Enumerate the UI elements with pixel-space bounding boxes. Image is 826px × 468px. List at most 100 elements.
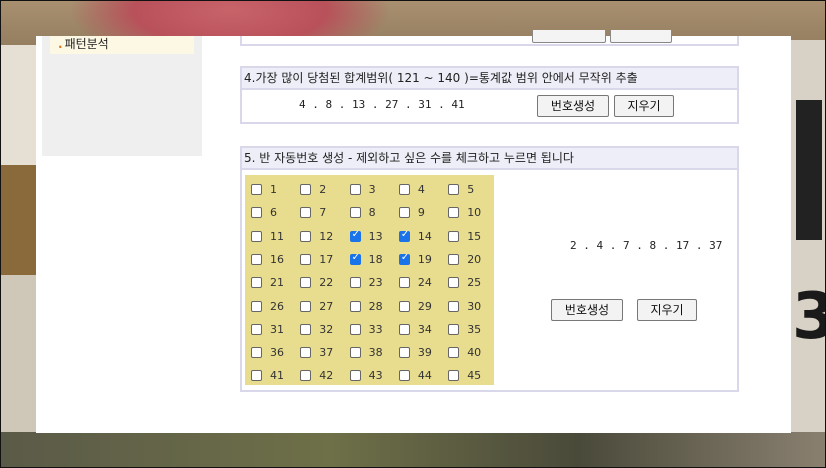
checkbox[interactable] <box>349 300 361 312</box>
checkbox[interactable] <box>398 184 410 195</box>
checkbox[interactable] <box>300 370 312 382</box>
number-checkbox-item[interactable]: 20 <box>448 250 498 273</box>
number-checkbox-item[interactable]: 44 <box>398 366 449 389</box>
number-checkbox-item[interactable]: 42 <box>300 366 350 389</box>
checkbox-checked[interactable] <box>349 252 361 265</box>
number-checkbox-item[interactable]: 30 <box>448 297 498 320</box>
checkbox[interactable] <box>398 207 410 219</box>
checkbox[interactable] <box>398 277 410 289</box>
checkbox[interactable] <box>251 300 262 312</box>
number-checkbox-item[interactable]: 34 <box>398 320 449 343</box>
checkbox[interactable] <box>300 323 312 335</box>
number-checkbox-item[interactable]: 35 <box>448 320 498 343</box>
checkbox[interactable] <box>448 370 460 382</box>
section3-generate-button[interactable] <box>532 30 606 43</box>
number-checkbox-item[interactable]: 39 <box>398 343 449 366</box>
checkbox[interactable] <box>448 230 460 242</box>
checkbox[interactable] <box>349 277 361 289</box>
checkbox[interactable] <box>448 277 460 289</box>
number-checkbox-item[interactable]: 7 <box>300 203 350 226</box>
section3-clear-button[interactable] <box>610 30 672 43</box>
number-checkbox-item[interactable]: 3 <box>349 180 400 203</box>
number-checkbox-item[interactable]: 41 <box>251 366 301 389</box>
checkbox[interactable] <box>448 300 460 312</box>
checkbox-label: 9 <box>417 206 425 220</box>
checkbox-label: 28 <box>368 299 383 313</box>
checkbox[interactable] <box>251 277 262 289</box>
number-checkbox-item[interactable]: 5 <box>448 180 498 203</box>
number-checkbox-item[interactable]: 31 <box>251 320 301 343</box>
checkbox[interactable] <box>300 277 312 289</box>
checkbox[interactable] <box>251 347 262 359</box>
checkbox-checked[interactable] <box>398 252 410 265</box>
number-checkbox-item[interactable]: 1 <box>251 180 301 203</box>
checkbox[interactable] <box>300 207 312 219</box>
number-checkbox-item[interactable]: 14 <box>398 227 449 250</box>
number-checkbox-item[interactable]: 36 <box>251 343 301 366</box>
number-checkbox-item[interactable]: 23 <box>349 273 400 296</box>
checkbox[interactable] <box>349 184 361 195</box>
checkbox[interactable] <box>398 347 410 359</box>
number-checkbox-item[interactable]: 12 <box>300 227 350 250</box>
number-checkbox-item[interactable]: 37 <box>300 343 350 366</box>
checkbox[interactable] <box>349 207 361 219</box>
number-checkbox-item[interactable]: 28 <box>349 297 400 320</box>
number-checkbox-item[interactable]: 27 <box>300 297 350 320</box>
checkbox[interactable] <box>251 207 262 219</box>
checkbox[interactable] <box>398 370 410 382</box>
number-checkbox-item[interactable]: 38 <box>349 343 400 366</box>
checkbox[interactable] <box>300 184 312 195</box>
number-checkbox-item[interactable]: 18 <box>349 250 400 273</box>
sidebar-item-pattern-analysis[interactable]: . 패턴분석 <box>50 36 194 54</box>
checkbox[interactable] <box>300 230 312 242</box>
checkbox[interactable] <box>300 347 312 359</box>
checkbox[interactable] <box>448 184 460 195</box>
number-checkbox-item[interactable]: 4 <box>398 180 449 203</box>
checkbox[interactable] <box>448 253 460 265</box>
checkbox[interactable] <box>300 253 312 265</box>
checkbox[interactable] <box>448 323 460 335</box>
number-checkbox-item[interactable]: 11 <box>251 227 301 250</box>
checkbox[interactable] <box>300 300 312 312</box>
checkbox[interactable] <box>251 370 262 382</box>
checkbox[interactable] <box>251 253 262 265</box>
number-checkbox-item[interactable]: 6 <box>251 203 301 226</box>
number-checkbox-item[interactable]: 45 <box>448 366 498 389</box>
checkbox[interactable] <box>251 323 262 335</box>
number-checkbox-item[interactable]: 13 <box>349 227 400 250</box>
number-checkbox-item[interactable]: 16 <box>251 250 301 273</box>
number-checkbox-item[interactable]: 15 <box>448 227 498 250</box>
checkbox-checked[interactable] <box>349 229 361 242</box>
number-checkbox-item[interactable]: 8 <box>349 203 400 226</box>
number-checkbox-item[interactable]: 26 <box>251 297 301 320</box>
section4-clear-button[interactable]: 지우기 <box>614 95 674 117</box>
checkbox-label: 20 <box>467 252 482 266</box>
section4-generate-button[interactable]: 번호생성 <box>537 95 609 117</box>
checkbox[interactable] <box>448 347 460 359</box>
checkbox[interactable] <box>398 323 410 335</box>
number-checkbox-item[interactable]: 2 <box>300 180 350 203</box>
number-checkbox-item[interactable]: 17 <box>300 250 350 273</box>
number-checkbox-item[interactable]: 25 <box>448 273 498 296</box>
checkbox[interactable] <box>448 207 460 219</box>
checkbox-checked[interactable] <box>398 229 410 242</box>
checkbox[interactable] <box>349 370 361 382</box>
number-checkbox-item[interactable]: 19 <box>398 250 449 273</box>
checkbox[interactable] <box>349 323 361 335</box>
number-checkbox-item[interactable]: 32 <box>300 320 350 343</box>
number-checkbox-item[interactable]: 33 <box>349 320 400 343</box>
number-checkbox-item[interactable]: 24 <box>398 273 449 296</box>
number-checkbox-item[interactable]: 21 <box>251 273 301 296</box>
number-checkbox-item[interactable]: 22 <box>300 273 350 296</box>
number-checkbox-item[interactable]: 10 <box>448 203 498 226</box>
section5-clear-button[interactable]: 지우기 <box>637 299 697 321</box>
number-checkbox-item[interactable]: 9 <box>398 203 449 226</box>
checkbox[interactable] <box>251 184 262 195</box>
number-checkbox-item[interactable]: 40 <box>448 343 498 366</box>
number-checkbox-item[interactable]: 43 <box>349 366 400 389</box>
section5-generate-button[interactable]: 번호생성 <box>551 299 623 321</box>
checkbox[interactable] <box>349 347 361 359</box>
number-checkbox-item[interactable]: 29 <box>398 297 449 320</box>
checkbox[interactable] <box>251 230 262 242</box>
checkbox[interactable] <box>398 300 410 312</box>
